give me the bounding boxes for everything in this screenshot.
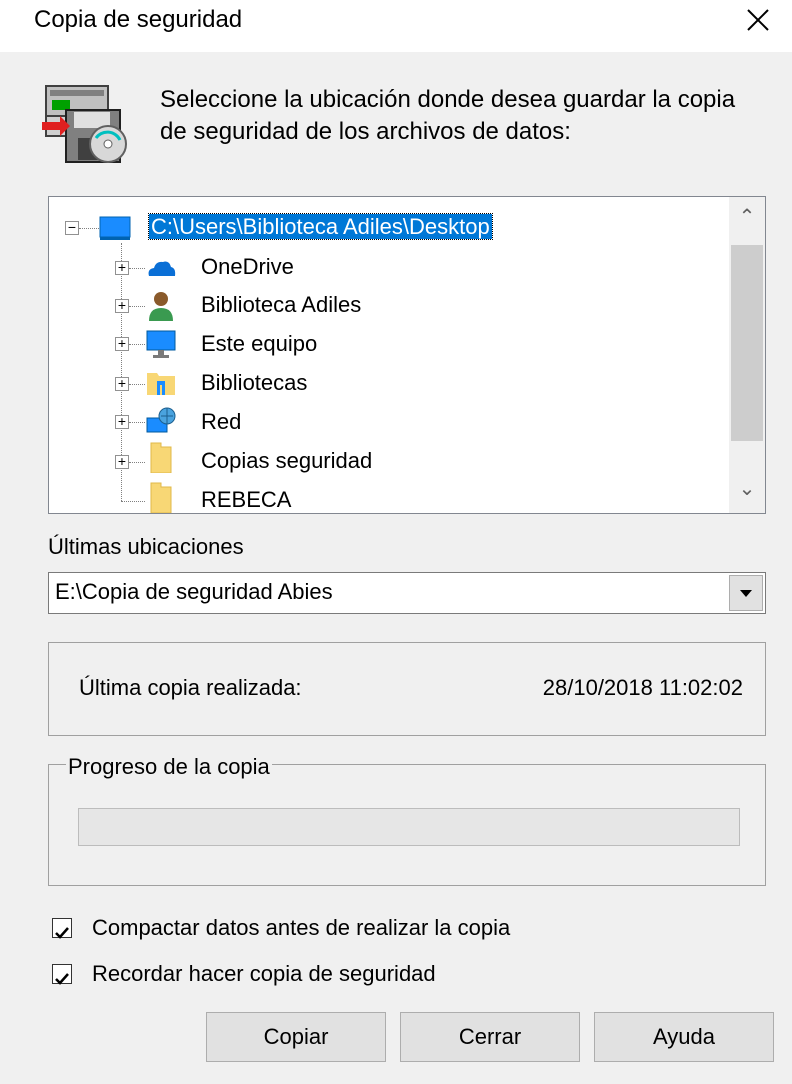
expand-icon[interactable]: + — [115, 376, 129, 391]
dropdown-button[interactable] — [729, 575, 763, 611]
tree-item-label: REBECA — [201, 487, 292, 512]
remind-label: Recordar hacer copia de seguridad — [92, 961, 436, 986]
folder-tree[interactable]: − C:\Users\Biblioteca Adiles\Desktop + O… — [48, 196, 766, 514]
tree-item[interactable]: Este equipo — [201, 326, 317, 362]
tree-item[interactable]: Red — [201, 404, 241, 440]
desktop-icon — [99, 216, 131, 240]
network-icon — [146, 407, 176, 433]
remind-option[interactable]: Recordar hacer copia de seguridad — [52, 958, 752, 990]
tree-item[interactable]: Bibliotecas — [201, 365, 307, 401]
expand-icon[interactable]: + — [115, 454, 129, 469]
checkmark-icon — [55, 927, 69, 939]
instruction-text: Seleccione la ubicación donde desea guar… — [160, 86, 736, 145]
copy-button[interactable]: Copiar — [206, 1012, 386, 1062]
expand-icon[interactable]: + — [115, 414, 129, 429]
expand-icon[interactable]: + — [115, 260, 129, 275]
user-icon — [149, 292, 173, 321]
compact-checkbox[interactable] — [52, 918, 72, 939]
expand-icon[interactable]: + — [115, 336, 129, 351]
remind-checkbox[interactable] — [52, 964, 72, 985]
tree-item[interactable]: OneDrive — [201, 249, 294, 285]
dropdown-arrow-icon — [740, 590, 752, 597]
tree-item-label: Bibliotecas — [201, 370, 308, 395]
folder-icon — [150, 482, 172, 513]
library-folder-icon — [147, 373, 175, 395]
close-button[interactable]: Cerrar — [400, 1012, 580, 1062]
tree-item-label: Red — [201, 409, 242, 434]
recent-locations-combo[interactable]: E:\Copia de seguridad Abies — [48, 572, 766, 614]
tree-item-label: OneDrive — [201, 254, 294, 279]
tree-item-label: Este equipo — [201, 331, 318, 356]
tree-scrollbar[interactable]: ⌃ ⌄ — [729, 197, 765, 513]
scroll-thumb[interactable] — [731, 245, 763, 441]
cloud-icon — [148, 261, 176, 276]
scroll-up-icon[interactable]: ⌃ — [729, 199, 765, 235]
window-title: Copia de seguridad — [34, 6, 243, 33]
folder-icon — [150, 442, 172, 473]
progress-group-title: Progreso de la copia — [66, 754, 272, 779]
close-icon[interactable] — [742, 4, 774, 36]
recent-location-value: E:\Copia de seguridad Abies — [55, 579, 333, 604]
computer-icon — [146, 330, 176, 358]
tree-item[interactable]: REBECA — [201, 482, 292, 513]
tree-item[interactable]: Copias seguridad — [201, 443, 372, 479]
checkmark-icon — [55, 973, 69, 985]
collapse-icon[interactable]: − — [65, 220, 79, 235]
last-backup-panel: Última copia realizada: 28/10/2018 11:02… — [48, 642, 766, 736]
backup-app-icon — [42, 85, 127, 163]
recent-locations-label: Últimas ubicaciones — [48, 534, 244, 559]
compact-label: Compactar datos antes de realizar la cop… — [92, 915, 511, 940]
tree-root-item[interactable]: C:\Users\Biblioteca Adiles\Desktop — [148, 209, 493, 245]
tree-item-label: Copias seguridad — [201, 448, 373, 473]
tree-item[interactable]: Biblioteca Adiles — [201, 287, 361, 323]
backup-progress-bar — [78, 808, 740, 846]
help-button[interactable]: Ayuda — [594, 1012, 774, 1062]
scroll-down-icon[interactable]: ⌄ — [729, 471, 765, 507]
tree-root-label: C:\Users\Biblioteca Adiles\Desktop — [148, 213, 493, 240]
last-backup-label: Última copia realizada: — [79, 675, 302, 700]
tree-item-label: Biblioteca Adiles — [201, 292, 362, 317]
expand-icon[interactable]: + — [115, 298, 129, 313]
compact-option[interactable]: Compactar datos antes de realizar la cop… — [52, 912, 752, 944]
last-backup-date: 28/10/2018 11:02:02 — [542, 675, 743, 700]
